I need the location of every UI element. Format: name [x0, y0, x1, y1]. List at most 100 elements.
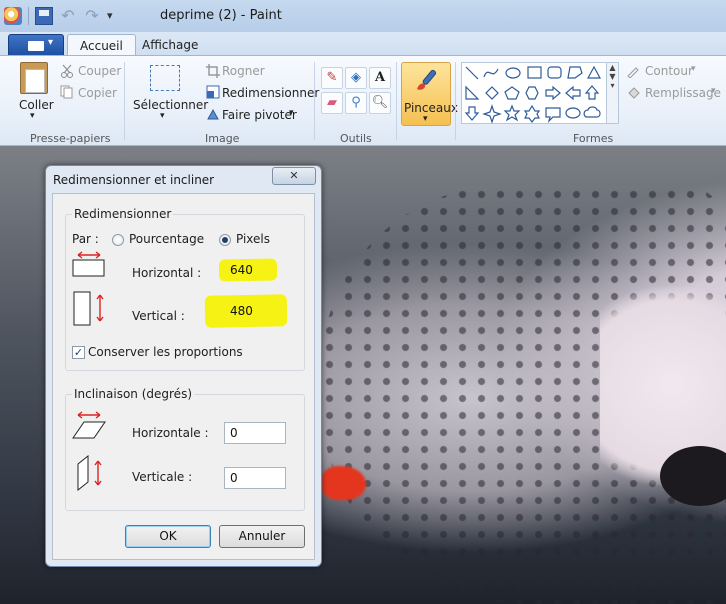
crop-button[interactable]: Rogner	[222, 64, 265, 78]
curve-shape-icon	[483, 68, 499, 78]
eraser-icon[interactable]: ▰	[321, 92, 343, 114]
crop-icon	[206, 64, 220, 78]
horizontal-resize-icon	[72, 251, 105, 277]
skew-horizontal-input[interactable]	[224, 422, 286, 444]
fill-dropdown-icon[interactable]: ▾	[711, 86, 716, 96]
menu-icon	[28, 37, 53, 51]
pixels-radio[interactable]	[219, 234, 231, 246]
by-label: Par :	[72, 232, 99, 246]
skew-vertical-input[interactable]	[224, 467, 286, 489]
rotate-button[interactable]: Faire pivoter	[222, 108, 297, 122]
horizontal-skew-icon	[72, 411, 106, 439]
rotate-icon	[207, 108, 219, 120]
ribbon: Coller ▾ Couper Copier Presse-papiers Sé…	[0, 55, 726, 146]
triangle-shape-icon	[586, 65, 602, 79]
paste-button[interactable]: Coller	[19, 98, 54, 112]
percent-label[interactable]: Pourcentage	[129, 232, 204, 246]
rectangle-shape-icon	[527, 66, 542, 79]
pentagon-shape-icon	[504, 86, 520, 100]
brushes-dropdown-icon: ▾	[423, 114, 428, 124]
right-arrow-shape-icon	[545, 85, 561, 101]
image-group-label: Image	[205, 132, 240, 145]
fill-button[interactable]: Remplissage	[645, 86, 721, 100]
select-button[interactable]: Sélectionner	[133, 98, 208, 112]
oval-shape-icon	[505, 67, 521, 79]
color-picker-icon[interactable]: ⚲	[345, 92, 367, 114]
resize-button[interactable]: Redimensionner	[222, 86, 319, 100]
resize-legend: Redimensionner	[72, 207, 174, 221]
save-icon[interactable]	[35, 7, 53, 25]
vertical-label: Vertical :	[132, 309, 185, 323]
title-bar: ↶ ↷ ▾ deprime (2) - Paint	[0, 0, 726, 32]
line-shape-icon	[465, 66, 479, 80]
magnifier-icon[interactable]: 🔍︎	[369, 92, 391, 114]
brushes-button[interactable]: Pinceaux ▾	[401, 62, 458, 126]
group-divider	[455, 62, 456, 140]
keep-ratio-label[interactable]: Conserver les proportions	[88, 345, 243, 359]
resize-section: Redimensionner Par : Pourcentage Pixels …	[65, 207, 305, 371]
cloud-callout-shape-icon	[583, 106, 601, 118]
ok-button[interactable]: OK	[125, 525, 211, 548]
pixels-label[interactable]: Pixels	[236, 232, 270, 246]
horizontal-size-input[interactable]	[224, 259, 286, 281]
six-point-star-shape-icon	[523, 104, 541, 123]
four-point-star-shape-icon	[482, 104, 502, 124]
right-triangle-shape-icon	[465, 85, 480, 100]
dialog-body: Redimensionner Par : Pourcentage Pixels …	[52, 193, 315, 560]
keep-ratio-checkbox[interactable]: ✓	[72, 346, 85, 359]
vertical-size-input[interactable]	[224, 300, 286, 322]
left-arrow-shape-icon	[565, 85, 581, 101]
toolbar-divider	[28, 7, 29, 25]
hexagon-shape-icon	[525, 86, 539, 100]
redo-icon[interactable]: ↷	[83, 7, 101, 25]
copy-button[interactable]: Copier	[78, 86, 117, 100]
text-tool-icon[interactable]: A	[369, 67, 391, 89]
five-point-star-shape-icon	[503, 104, 521, 122]
pencil-icon[interactable]: ✎	[321, 67, 343, 89]
rounded-rectangle-shape-icon	[547, 66, 562, 79]
brush-icon	[417, 69, 437, 90]
shapes-group-label: Formes	[573, 132, 614, 145]
tools-group-label: Outils	[340, 132, 372, 145]
undo-icon[interactable]: ↶	[59, 7, 77, 25]
skew-legend: Inclinaison (degrés)	[72, 387, 195, 401]
paint-app-icon[interactable]	[4, 7, 22, 25]
skew-horizontal-label: Horizontale :	[132, 426, 209, 440]
cut-button[interactable]: Couper	[78, 64, 121, 78]
shapes-grid	[464, 65, 602, 124]
outline-icon	[627, 67, 639, 78]
clipboard-group-label: Presse-papiers	[30, 132, 111, 145]
dialog-title: Redimensionner et incliner	[53, 173, 215, 187]
fill-bucket-icon[interactable]: ◈	[345, 67, 367, 89]
up-arrow-shape-icon	[584, 85, 600, 100]
close-button[interactable]: ✕	[272, 167, 316, 185]
rotate-dropdown-icon[interactable]: ▾	[289, 108, 294, 118]
paste-icon[interactable]	[20, 62, 48, 94]
tab-view[interactable]: Affichage	[130, 34, 210, 56]
customize-toolbar-icon[interactable]: ▾	[107, 7, 125, 25]
group-divider	[124, 62, 125, 140]
select-dropdown-icon[interactable]: ▾	[160, 111, 165, 121]
resize-icon	[206, 85, 220, 99]
skew-section: Inclinaison (degrés) Horizontale : Verti…	[65, 387, 305, 511]
skew-vertical-label: Verticale :	[132, 470, 193, 484]
paint-menu-button[interactable]	[8, 34, 64, 56]
rounded-callout-shape-icon	[545, 107, 561, 123]
down-arrow-shape-icon	[464, 106, 480, 121]
tab-home[interactable]: Accueil	[67, 34, 136, 56]
paste-dropdown-icon[interactable]: ▾	[30, 111, 35, 121]
group-divider	[396, 62, 397, 140]
cancel-button[interactable]: Annuler	[219, 525, 305, 548]
oval-callout-shape-icon	[565, 107, 581, 119]
close-icon: ✕	[289, 169, 299, 182]
select-icon[interactable]	[150, 65, 180, 91]
percent-radio[interactable]	[112, 234, 124, 246]
vertical-skew-icon	[77, 455, 102, 491]
brushes-label: Pinceaux	[404, 101, 458, 115]
outline-button[interactable]: Contour	[645, 64, 693, 78]
polygon-shape-icon	[567, 66, 583, 79]
outline-dropdown-icon[interactable]: ▾	[691, 64, 696, 74]
window-title: deprime (2) - Paint	[160, 8, 282, 23]
shapes-scrollbar[interactable]: ▲ ▼ ▾	[607, 62, 619, 124]
cut-icon	[61, 64, 73, 78]
